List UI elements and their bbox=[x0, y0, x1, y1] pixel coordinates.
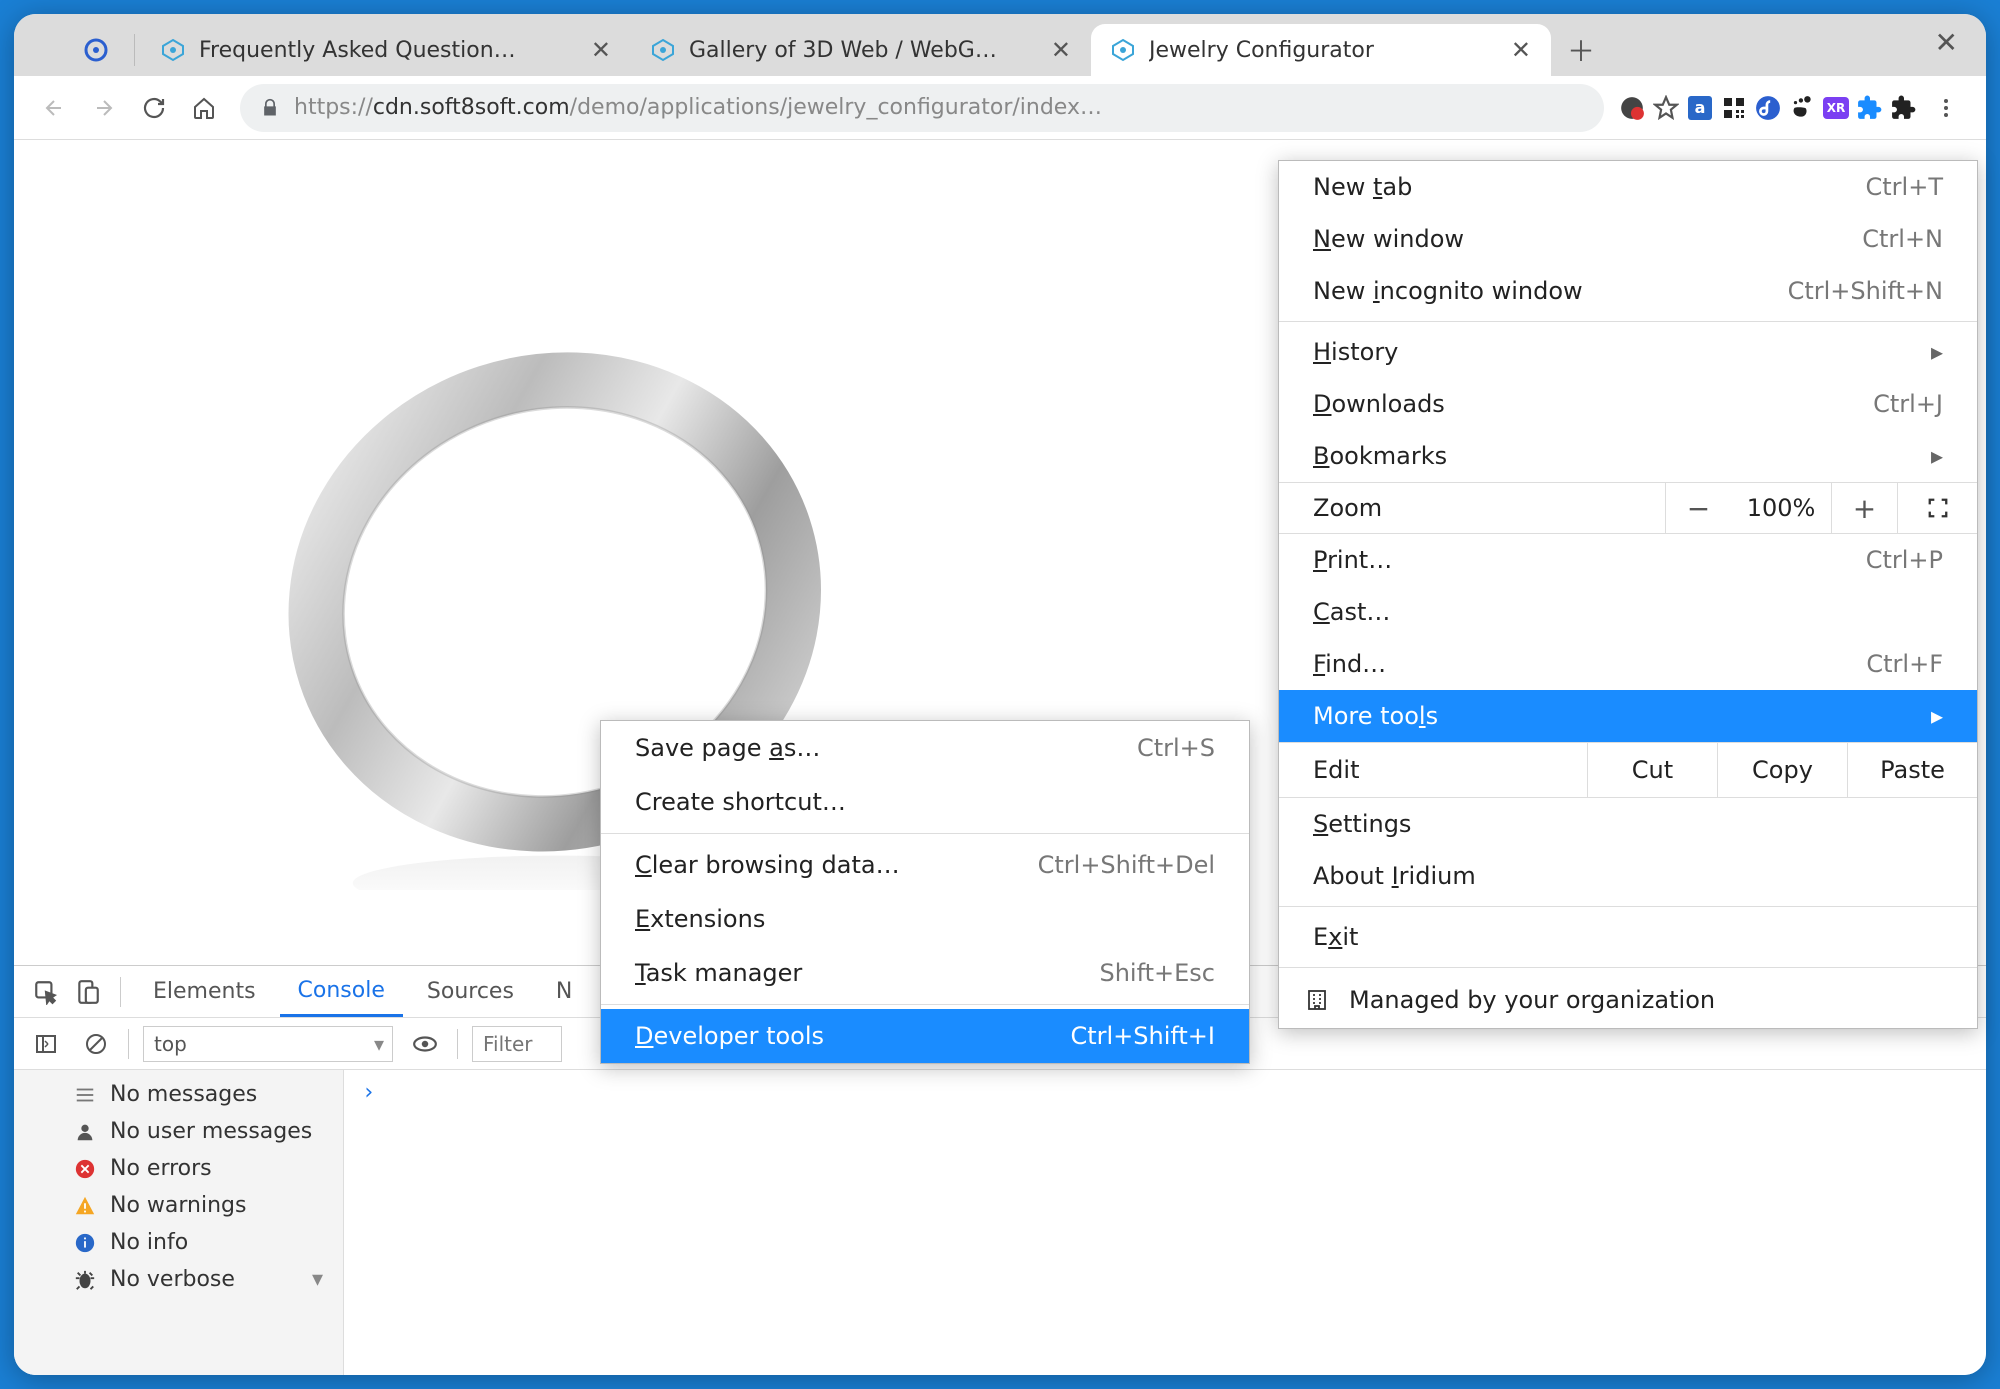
console-sidebar: No messages No user messages No errors N… bbox=[14, 1070, 344, 1375]
submenu-task-manager[interactable]: Task managerShift+Esc bbox=[601, 946, 1249, 1000]
tab-strip: Frequently Asked Question… ✕ Gallery of … bbox=[14, 14, 1986, 76]
devtools-tab-console[interactable]: Console bbox=[280, 966, 403, 1017]
devtools-tab-elements[interactable]: Elements bbox=[135, 966, 274, 1017]
tab-2-close-icon[interactable]: ✕ bbox=[1511, 36, 1531, 64]
home-button[interactable] bbox=[182, 86, 226, 130]
sidebar-row-messages[interactable]: No messages bbox=[14, 1076, 343, 1113]
toolbar: https://cdn.soft8soft.com/demo/applicati… bbox=[14, 76, 1986, 140]
more-tools-submenu: Save page as…Ctrl+S Create shortcut… Cle… bbox=[600, 720, 1250, 1064]
back-button[interactable] bbox=[32, 86, 76, 130]
sidebar-row-info[interactable]: No info bbox=[14, 1224, 343, 1261]
menu-settings[interactable]: Settings bbox=[1279, 798, 1977, 850]
chevron-right-icon: ▸ bbox=[1931, 338, 1943, 366]
inspect-icon[interactable] bbox=[28, 974, 64, 1010]
tab-2-title: Jewelry Configurator bbox=[1149, 38, 1497, 63]
sidebar-row-verbose[interactable]: No verbose▾ bbox=[14, 1261, 343, 1298]
iridium-icon bbox=[84, 38, 108, 62]
tab-2[interactable]: Jewelry Configurator ✕ bbox=[1091, 24, 1551, 76]
edit-copy-button[interactable]: Copy bbox=[1717, 743, 1847, 797]
menu-managed[interactable]: Managed by your organization bbox=[1279, 972, 1977, 1028]
menu-about[interactable]: About Iridium bbox=[1279, 850, 1977, 902]
user-icon bbox=[74, 1121, 96, 1143]
tab-1-close-icon[interactable]: ✕ bbox=[1051, 36, 1071, 64]
submenu-clear-data[interactable]: Clear browsing data…Ctrl+Shift+Del bbox=[601, 838, 1249, 892]
app-launcher-icon[interactable] bbox=[64, 24, 128, 76]
more-menu-button[interactable] bbox=[1924, 86, 1968, 130]
fullscreen-button[interactable] bbox=[1897, 483, 1977, 533]
menu-history[interactable]: History▸ bbox=[1279, 326, 1977, 378]
new-tab-button[interactable]: ＋ bbox=[1561, 30, 1601, 70]
soft8soft-icon bbox=[161, 38, 185, 62]
console-body: No messages No user messages No errors N… bbox=[14, 1070, 1986, 1375]
tab-0-close-icon[interactable]: ✕ bbox=[591, 36, 611, 64]
menu-edit-row: Edit Cut Copy Paste bbox=[1279, 742, 1977, 798]
tab-0[interactable]: Frequently Asked Question… ✕ bbox=[141, 24, 631, 76]
device-toggle-icon[interactable] bbox=[70, 974, 106, 1010]
menu-exit[interactable]: Exit bbox=[1279, 911, 1977, 963]
error-icon bbox=[74, 1158, 96, 1180]
reload-button[interactable] bbox=[132, 86, 176, 130]
edit-paste-button[interactable]: Paste bbox=[1847, 743, 1977, 797]
tab-1[interactable]: Gallery of 3D Web / WebG… ✕ bbox=[631, 24, 1091, 76]
menu-new-tab[interactable]: New tabCtrl+T bbox=[1279, 161, 1977, 213]
warning-icon bbox=[74, 1195, 96, 1217]
menu-new-window[interactable]: New windowCtrl+N bbox=[1279, 213, 1977, 265]
ext-amazon-icon[interactable]: a bbox=[1686, 94, 1714, 122]
menu-cast[interactable]: Cast… bbox=[1279, 586, 1977, 638]
filter-input[interactable] bbox=[472, 1026, 562, 1062]
submenu-create-shortcut[interactable]: Create shortcut… bbox=[601, 775, 1249, 829]
menu-zoom: Zoom − 100% + bbox=[1279, 482, 1977, 534]
bug-icon bbox=[74, 1269, 96, 1291]
menu-find[interactable]: Find…Ctrl+F bbox=[1279, 638, 1977, 690]
extensions-button[interactable] bbox=[1890, 94, 1918, 122]
ext-puzzle-blue-icon[interactable] bbox=[1856, 94, 1884, 122]
menu-bookmarks[interactable]: Bookmarks▸ bbox=[1279, 430, 1977, 482]
zoom-in-button[interactable]: + bbox=[1831, 483, 1897, 533]
chevron-right-icon: ▸ bbox=[1931, 442, 1943, 470]
info-icon bbox=[74, 1232, 96, 1254]
submenu-extensions[interactable]: Extensions bbox=[601, 892, 1249, 946]
console-prompt-icon: › bbox=[362, 1080, 375, 1105]
ext-fedora-icon[interactable] bbox=[1754, 94, 1782, 122]
url-text: https://cdn.soft8soft.com/demo/applicati… bbox=[294, 95, 1102, 120]
ext-qr-icon[interactable] bbox=[1720, 94, 1748, 122]
menu-print[interactable]: Print…Ctrl+P bbox=[1279, 534, 1977, 586]
menu-more-tools[interactable]: More tools▸ bbox=[1279, 690, 1977, 742]
main-menu: New tabCtrl+T New windowCtrl+N New incog… bbox=[1278, 160, 1978, 1029]
sidebar-row-user[interactable]: No user messages bbox=[14, 1113, 343, 1150]
zoom-out-button[interactable]: − bbox=[1665, 483, 1731, 533]
soft8soft-icon bbox=[651, 38, 675, 62]
translate-icon[interactable] bbox=[1618, 94, 1646, 122]
url-bar[interactable]: https://cdn.soft8soft.com/demo/applicati… bbox=[240, 84, 1604, 132]
tab-0-title: Frequently Asked Question… bbox=[199, 38, 577, 63]
forward-button[interactable] bbox=[82, 86, 126, 130]
devtools-tab-more[interactable]: N bbox=[538, 966, 590, 1017]
menu-incognito[interactable]: New incognito windowCtrl+Shift+N bbox=[1279, 265, 1977, 317]
sidebar-row-errors[interactable]: No errors bbox=[14, 1150, 343, 1187]
ext-gnome-icon[interactable] bbox=[1788, 94, 1816, 122]
ext-xr-icon[interactable]: XR bbox=[1822, 94, 1850, 122]
menu-downloads[interactable]: DownloadsCtrl+J bbox=[1279, 378, 1977, 430]
bookmark-star-icon[interactable] bbox=[1652, 94, 1680, 122]
submenu-save-page[interactable]: Save page as…Ctrl+S bbox=[601, 721, 1249, 775]
context-select[interactable]: top bbox=[143, 1026, 393, 1062]
window-close-icon[interactable]: ✕ bbox=[1935, 26, 1958, 59]
lock-icon bbox=[260, 98, 280, 118]
live-expr-icon[interactable] bbox=[407, 1026, 443, 1062]
soft8soft-icon bbox=[1111, 38, 1135, 62]
menu-icon bbox=[74, 1084, 96, 1106]
console-output[interactable]: › bbox=[344, 1070, 1986, 1375]
clear-console-icon[interactable] bbox=[78, 1026, 114, 1062]
sidebar-row-warnings[interactable]: No warnings bbox=[14, 1187, 343, 1224]
tab-1-title: Gallery of 3D Web / WebG… bbox=[689, 38, 1037, 63]
building-icon bbox=[1305, 988, 1329, 1012]
devtools-tab-sources[interactable]: Sources bbox=[409, 966, 532, 1017]
submenu-developer-tools[interactable]: Developer toolsCtrl+Shift+I bbox=[601, 1009, 1249, 1063]
chevron-right-icon: ▸ bbox=[1931, 702, 1943, 730]
zoom-value: 100% bbox=[1731, 494, 1831, 522]
console-sidebar-toggle-icon[interactable] bbox=[28, 1026, 64, 1062]
edit-cut-button[interactable]: Cut bbox=[1587, 743, 1717, 797]
